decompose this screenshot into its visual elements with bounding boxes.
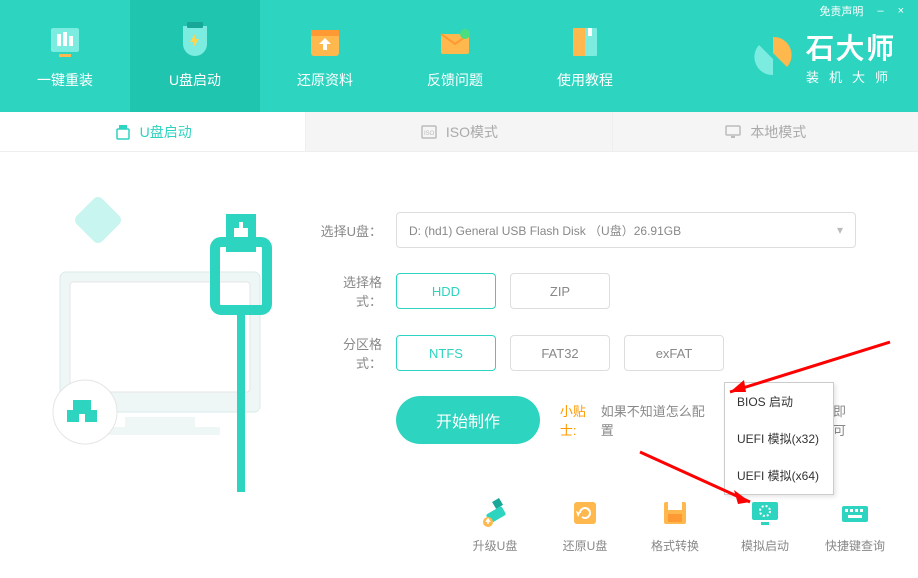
- iso-icon: ISO: [420, 123, 438, 141]
- action-upgrade-usb[interactable]: 升级U盘: [462, 495, 528, 554]
- usb-select-row: 选择U盘： D: (hd1) General USB Flash Disk （U…: [320, 212, 858, 248]
- nav-label: U盘启动: [169, 70, 221, 90]
- nav-reinstall[interactable]: 一键重装: [0, 0, 130, 112]
- partition-option-ntfs[interactable]: NTFS: [396, 335, 496, 371]
- format-option-hdd[interactable]: HDD: [396, 273, 496, 309]
- brand-subtitle: 装机大师: [806, 67, 898, 86]
- svg-text:ISO: ISO: [424, 131, 435, 137]
- nav-usb-boot[interactable]: U盘启动: [130, 0, 260, 112]
- action-label: 模拟启动: [741, 537, 789, 554]
- nav-feedback[interactable]: 反馈问题: [390, 0, 520, 112]
- bar-chart-icon: [41, 22, 89, 62]
- popup-uefi-x64[interactable]: UEFI 模拟(x64): [725, 457, 833, 494]
- restore-icon: [565, 495, 605, 531]
- usb-dropdown[interactable]: D: (hd1) General USB Flash Disk （U盘）26.9…: [396, 212, 856, 248]
- action-simulate-boot[interactable]: 模拟启动: [732, 495, 798, 554]
- tab-iso-mode[interactable]: ISO ISO模式: [305, 112, 611, 151]
- tip-text-2: 即可: [833, 401, 858, 439]
- tip-text: 如果不知道怎么配置: [601, 401, 713, 439]
- window-controls: 免责声明 – ×: [805, 0, 918, 22]
- book-icon: [561, 22, 609, 62]
- upload-box-icon: [301, 22, 349, 62]
- monitor-loading-icon: [745, 495, 785, 531]
- keyboard-icon: [835, 495, 875, 531]
- action-label: 格式转换: [651, 537, 699, 554]
- brand-title: 石大师: [806, 27, 898, 67]
- bottom-actions: 升级U盘 还原U盘 格式转换 模拟启动 快捷键查询: [462, 495, 888, 554]
- action-hotkey-query[interactable]: 快捷键查询: [822, 495, 888, 554]
- brand-logo-icon: [750, 33, 796, 79]
- tab-label: 本地模式: [750, 122, 806, 142]
- popup-bios-boot[interactable]: BIOS 启动: [725, 383, 833, 420]
- action-label: 还原U盘: [563, 537, 608, 554]
- usb-illustration: [40, 182, 300, 502]
- shield-icon: [171, 22, 219, 62]
- nav-label: 使用教程: [557, 70, 613, 90]
- main-nav: 一键重装 U盘启动 还原资料 反馈问题 使用教程 石大师 装机大师: [0, 0, 918, 112]
- popup-uefi-x32[interactable]: UEFI 模拟(x32): [725, 420, 833, 457]
- close-button[interactable]: ×: [898, 5, 904, 17]
- action-label: 快捷键查询: [825, 537, 885, 554]
- format-label: 选择格式：: [320, 272, 382, 310]
- action-label: 升级U盘: [473, 537, 518, 554]
- tab-local-mode[interactable]: 本地模式: [612, 112, 918, 151]
- format-row: 选择格式： HDD ZIP: [320, 272, 858, 310]
- simulate-boot-menu: BIOS 启动 UEFI 模拟(x32) UEFI 模拟(x64): [724, 382, 834, 495]
- action-restore-usb[interactable]: 还原U盘: [552, 495, 618, 554]
- nav-label: 还原资料: [297, 70, 353, 90]
- chevron-down-icon: ▾: [837, 223, 843, 237]
- format-option-zip[interactable]: ZIP: [510, 273, 610, 309]
- content-area: 选择U盘： D: (hd1) General USB Flash Disk （U…: [0, 152, 918, 578]
- nav-label: 反馈问题: [427, 70, 483, 90]
- tip-label: 小贴士:: [560, 401, 601, 439]
- disclaimer-link[interactable]: 免责声明: [819, 3, 863, 19]
- minimize-button[interactable]: –: [877, 5, 883, 17]
- action-format-convert[interactable]: 格式转换: [642, 495, 708, 554]
- partition-option-exfat[interactable]: exFAT: [624, 335, 724, 371]
- usb-value: D: (hd1) General USB Flash Disk （U盘）26.9…: [409, 222, 681, 239]
- nav-tutorial[interactable]: 使用教程: [520, 0, 650, 112]
- usb-upgrade-icon: [475, 495, 515, 531]
- save-icon: [655, 495, 695, 531]
- usb-label: 选择U盘：: [320, 221, 382, 240]
- tab-label: U盘启动: [140, 122, 192, 142]
- partition-row: 分区格式： NTFS FAT32 exFAT: [320, 334, 858, 372]
- nav-label: 一键重装: [37, 70, 93, 90]
- monitor-icon: [724, 123, 742, 141]
- mail-icon: [431, 22, 479, 62]
- subtabs: U盘启动 ISO ISO模式 本地模式: [0, 112, 918, 152]
- tab-label: ISO模式: [446, 122, 498, 142]
- usb-icon: [114, 123, 132, 141]
- nav-restore[interactable]: 还原资料: [260, 0, 390, 112]
- start-button[interactable]: 开始制作: [396, 396, 540, 444]
- partition-option-fat32[interactable]: FAT32: [510, 335, 610, 371]
- tab-usb-boot[interactable]: U盘启动: [0, 112, 305, 151]
- partition-label: 分区格式：: [320, 334, 382, 372]
